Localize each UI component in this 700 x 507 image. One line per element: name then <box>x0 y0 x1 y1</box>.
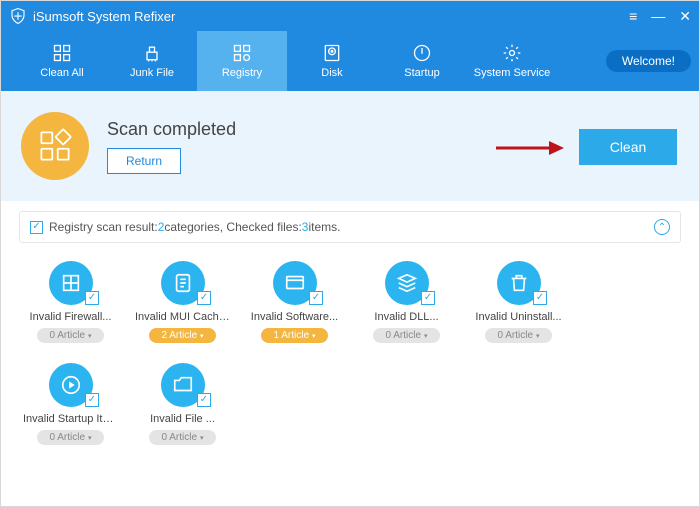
card-label: Invalid Firewall... <box>30 311 112 323</box>
card-checkbox[interactable]: ✓ <box>85 291 99 305</box>
app-title: iSumsoft System Refixer <box>33 9 175 24</box>
result-card[interactable]: ✓ Invalid Firewall... 0 Article ▾ <box>23 261 118 343</box>
scan-status-icon <box>21 112 89 180</box>
return-button[interactable]: Return <box>107 148 181 174</box>
result-card[interactable]: ✓ Invalid MUI Cache... 2 Article ▾ <box>135 261 230 343</box>
card-label: Invalid Startup Item... <box>23 413 118 425</box>
card-badge[interactable]: 0 Article ▾ <box>149 430 215 445</box>
app-window: iSumsoft System Refixer ≡ — ✕ Clean All … <box>0 0 700 507</box>
card-badge[interactable]: 2 Article ▾ <box>149 328 215 343</box>
content-area: ✓ Registry scan result: 2 categories, Ch… <box>1 201 699 506</box>
nav-label: Junk File <box>130 67 174 79</box>
nav-registry[interactable]: Registry <box>197 31 287 91</box>
result-text: items. <box>308 220 340 234</box>
brush-icon <box>141 43 163 63</box>
card-label: Invalid File ... <box>150 413 215 425</box>
navbar: Clean All Junk File Registry Disk Startu… <box>1 31 699 91</box>
nav-startup[interactable]: Startup <box>377 31 467 91</box>
app-logo-icon <box>9 7 27 25</box>
card-checkbox[interactable]: ✓ <box>309 291 323 305</box>
result-text: categories, Checked files: <box>164 220 301 234</box>
scan-text: Scan completed Return <box>107 119 236 174</box>
card-checkbox[interactable]: ✓ <box>421 291 435 305</box>
result-count: 2 <box>158 220 165 234</box>
nav-disk[interactable]: Disk <box>287 31 377 91</box>
nav-label: Clean All <box>40 67 83 79</box>
nav-clean-all[interactable]: Clean All <box>17 31 107 91</box>
card-label: Invalid Uninstall... <box>475 311 561 323</box>
power-icon <box>411 43 433 63</box>
result-card[interactable]: ✓ Invalid Uninstall... 0 Article ▾ <box>471 261 566 343</box>
result-summary: ✓ Registry scan result: 2 categories, Ch… <box>19 211 681 243</box>
result-count: 3 <box>302 220 309 234</box>
card-label: Invalid MUI Cache... <box>135 311 230 323</box>
grid-icon <box>51 43 73 63</box>
disk-icon <box>321 43 343 63</box>
close-icon[interactable]: ✕ <box>679 9 691 23</box>
card-label: Invalid Software... <box>251 311 338 323</box>
results-grid: ✓ Invalid Firewall... 0 Article ▾ ✓ Invalid … <box>19 261 681 445</box>
arrow-annotation <box>494 139 564 157</box>
scan-header: Scan completed Return Clean <box>1 91 699 201</box>
card-badge[interactable]: 0 Article ▾ <box>485 328 551 343</box>
result-card[interactable]: ✓ Invalid Software... 1 Article ▾ <box>247 261 342 343</box>
window-controls: ≡ — ✕ <box>629 9 691 23</box>
card-badge[interactable]: 0 Article ▾ <box>37 328 103 343</box>
card-checkbox[interactable]: ✓ <box>197 393 211 407</box>
clean-button[interactable]: Clean <box>579 129 677 165</box>
result-card[interactable]: ✓ Invalid Startup Item... 0 Article ▾ <box>23 363 118 445</box>
card-checkbox[interactable]: ✓ <box>85 393 99 407</box>
nav-label: Disk <box>321 67 342 79</box>
menu-icon[interactable]: ≡ <box>629 9 637 23</box>
nav-system-service[interactable]: System Service <box>467 31 557 91</box>
nav-label: Registry <box>222 67 262 79</box>
scan-heading: Scan completed <box>107 119 236 140</box>
minimize-icon[interactable]: — <box>651 9 665 23</box>
checkbox-icon[interactable]: ✓ <box>30 221 43 234</box>
titlebar[interactable]: iSumsoft System Refixer ≡ — ✕ <box>1 1 699 31</box>
card-badge[interactable]: 1 Article ▾ <box>261 328 327 343</box>
card-badge[interactable]: 0 Article ▾ <box>373 328 439 343</box>
welcome-badge[interactable]: Welcome! <box>606 50 691 72</box>
nav-label: System Service <box>474 67 550 79</box>
nav-junk-file[interactable]: Junk File <box>107 31 197 91</box>
card-label: Invalid DLL... <box>374 311 438 323</box>
result-card[interactable]: ✓ Invalid DLL... 0 Article ▾ <box>359 261 454 343</box>
nav-label: Startup <box>404 67 439 79</box>
gear-icon <box>501 43 523 63</box>
card-checkbox[interactable]: ✓ <box>533 291 547 305</box>
collapse-icon[interactable]: ⌃ <box>654 219 670 235</box>
card-checkbox[interactable]: ✓ <box>197 291 211 305</box>
result-text: Registry scan result: <box>49 220 158 234</box>
card-badge[interactable]: 0 Article ▾ <box>37 430 103 445</box>
registry-icon <box>231 43 253 63</box>
result-card[interactable]: ✓ Invalid File ... 0 Article ▾ <box>135 363 230 445</box>
